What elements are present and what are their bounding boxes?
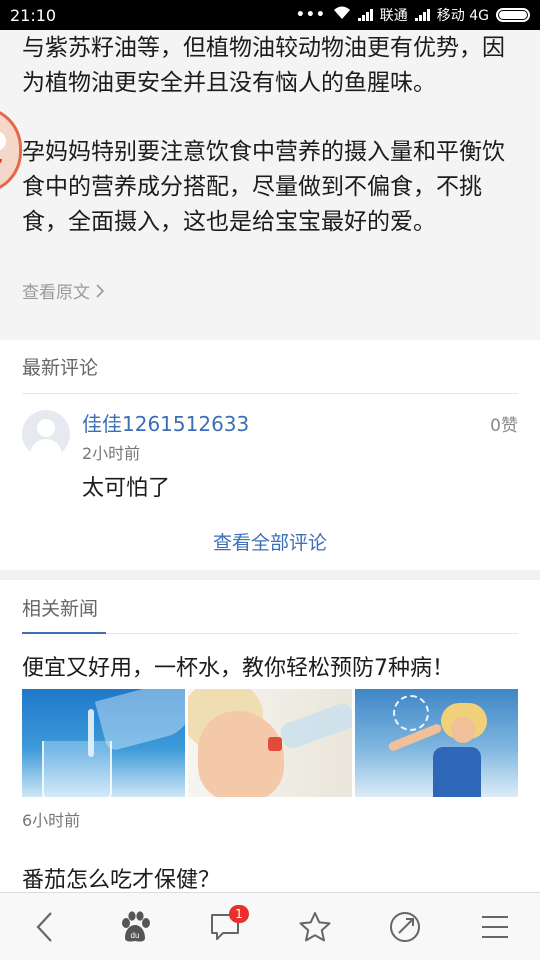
thumbnail-water-glass[interactable] [22, 689, 186, 797]
divider [22, 393, 518, 394]
status-bar: 21:10 ••• 联通 移动 4G [0, 0, 540, 30]
article-paragraph: 孕妈妈特别要注意饮食中营养的摄入量和平衡饮食中的营养成分搭配，尽量做到不偏食，不… [22, 139, 505, 235]
article-paragraph: 与紫苏籽油等，但植物油较动物油更有优势，因为植物油更安全并且没有恼人的鱼腥味。 [22, 35, 505, 96]
more-dots-icon: ••• [295, 7, 326, 23]
section-separator [0, 570, 540, 580]
news-item-title[interactable]: 番茄怎么吃才保健？ [22, 862, 220, 894]
article-body: 与紫苏籽油等，但植物油较动物油更有优势，因为植物油更安全并且没有恼人的鱼腥味。 … [0, 30, 540, 340]
section-accent-underline [22, 632, 106, 634]
news-item-thumbnails[interactable] [22, 689, 518, 797]
comment-username[interactable]: 佳佳1261512633 [82, 408, 249, 437]
comment-text: 太可怕了 [82, 476, 171, 501]
signal-icon-1 [357, 9, 373, 21]
carrier-1: 联通 [379, 8, 408, 24]
news-item-time: 6小时前 [22, 811, 81, 830]
baidu-paw-icon: du [122, 910, 150, 942]
comment-count-badge: 1 [229, 904, 249, 923]
back-button[interactable] [15, 897, 75, 957]
comment-time: 2小时前 [82, 444, 141, 463]
share-button[interactable] [375, 897, 435, 957]
comments-section: 最新评论 佳佳1261512633 0赞 2小时前 太可怕了 查看全部评论 [0, 340, 540, 570]
status-time: 21:10 [10, 5, 57, 25]
floating-mascot-icon[interactable] [0, 106, 22, 194]
comments-section-title: 最新评论 [22, 357, 99, 379]
battery-icon [496, 8, 530, 22]
comment-like-button[interactable]: 0赞 [490, 411, 518, 436]
home-button[interactable]: du [105, 897, 165, 957]
back-icon [36, 911, 52, 942]
view-original-label: 查看原文 [22, 283, 90, 303]
wifi-icon [333, 6, 351, 24]
thumbnail-woman-drinking[interactable] [188, 689, 352, 797]
star-icon [299, 911, 331, 941]
view-all-comments-link[interactable]: 查看全部评论 [0, 528, 540, 555]
menu-icon [482, 915, 508, 938]
status-indicators: ••• 联通 移动 4G [296, 5, 530, 25]
thumbnail-athlete-splash[interactable] [354, 689, 518, 797]
favorite-button[interactable] [285, 897, 345, 957]
svg-text:du: du [131, 931, 140, 940]
related-news-title: 相关新闻 [22, 598, 99, 620]
signal-icon-2 [414, 9, 430, 21]
chevron-right-icon [96, 283, 104, 298]
share-icon [390, 911, 420, 942]
comment-button[interactable]: 1 [195, 897, 255, 957]
bottom-toolbar: du 1 [0, 892, 540, 960]
view-original-link[interactable]: 查看原文 [22, 278, 104, 303]
carrier-2: 移动 4G [436, 8, 489, 24]
related-news-section: 相关新闻 便宜又好用，一杯水，教你轻松预防7种病！ 6小时前 番茄怎么吃才保健？ [0, 580, 540, 894]
news-item-title[interactable]: 便宜又好用，一杯水，教你轻松预防7种病！ [22, 650, 454, 682]
menu-button[interactable] [465, 897, 525, 957]
avatar[interactable] [22, 410, 70, 458]
